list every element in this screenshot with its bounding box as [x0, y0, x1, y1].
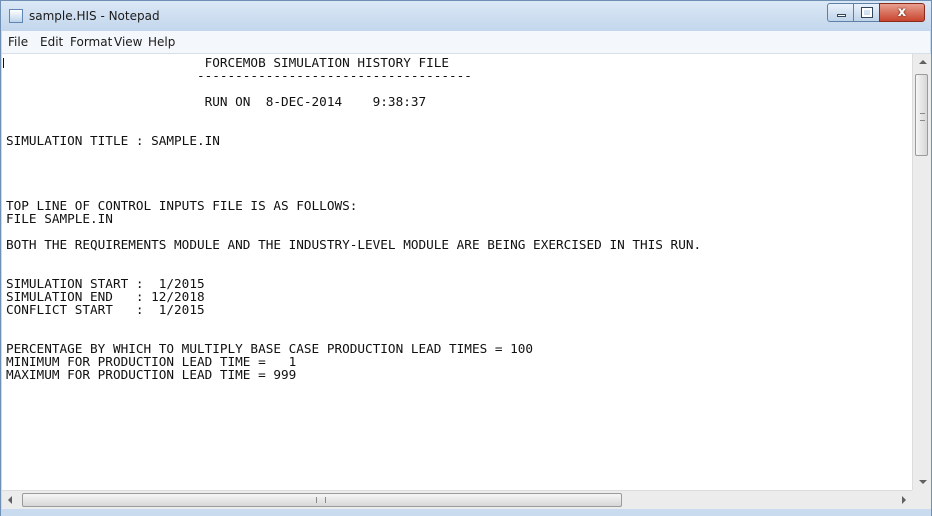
notepad-window: sample.HIS - Notepad x File Edit Format … [0, 0, 932, 516]
window-frame-bottom [1, 509, 931, 516]
scroll-right-icon[interactable] [902, 496, 906, 504]
maximize-button[interactable] [853, 3, 880, 22]
menu-bar: File Edit Format View Help [2, 31, 930, 54]
maximize-icon [861, 7, 873, 18]
horizontal-scrollbar[interactable] [2, 490, 912, 509]
notepad-icon[interactable] [9, 9, 23, 23]
document-text[interactable]: FORCEMOB SIMULATION HISTORY FILE -------… [6, 56, 701, 381]
menu-format[interactable]: Format [70, 35, 112, 49]
close-icon: x [897, 5, 907, 20]
grip-icon [316, 497, 326, 503]
horizontal-scroll-thumb[interactable] [22, 493, 622, 507]
vertical-scrollbar[interactable] [912, 54, 931, 490]
scroll-left-icon[interactable] [8, 496, 12, 504]
text-editor[interactable]: FORCEMOB SIMULATION HISTORY FILE -------… [2, 54, 912, 490]
scroll-down-icon[interactable] [919, 480, 927, 484]
grip-icon [920, 113, 925, 121]
menu-help[interactable]: Help [148, 35, 175, 49]
scroll-up-icon[interactable] [919, 60, 927, 64]
text-caret [3, 58, 4, 68]
menu-edit[interactable]: Edit [40, 35, 63, 49]
window-title: sample.HIS - Notepad [29, 9, 160, 23]
minimize-button[interactable] [827, 3, 854, 22]
minimize-icon [837, 14, 846, 17]
menu-view[interactable]: View [114, 35, 142, 49]
title-bar[interactable]: sample.HIS - Notepad x [1, 1, 931, 31]
menu-file[interactable]: File [8, 35, 28, 49]
vertical-scroll-thumb[interactable] [915, 74, 928, 156]
close-button[interactable]: x [879, 3, 925, 22]
size-grip[interactable] [912, 490, 931, 509]
